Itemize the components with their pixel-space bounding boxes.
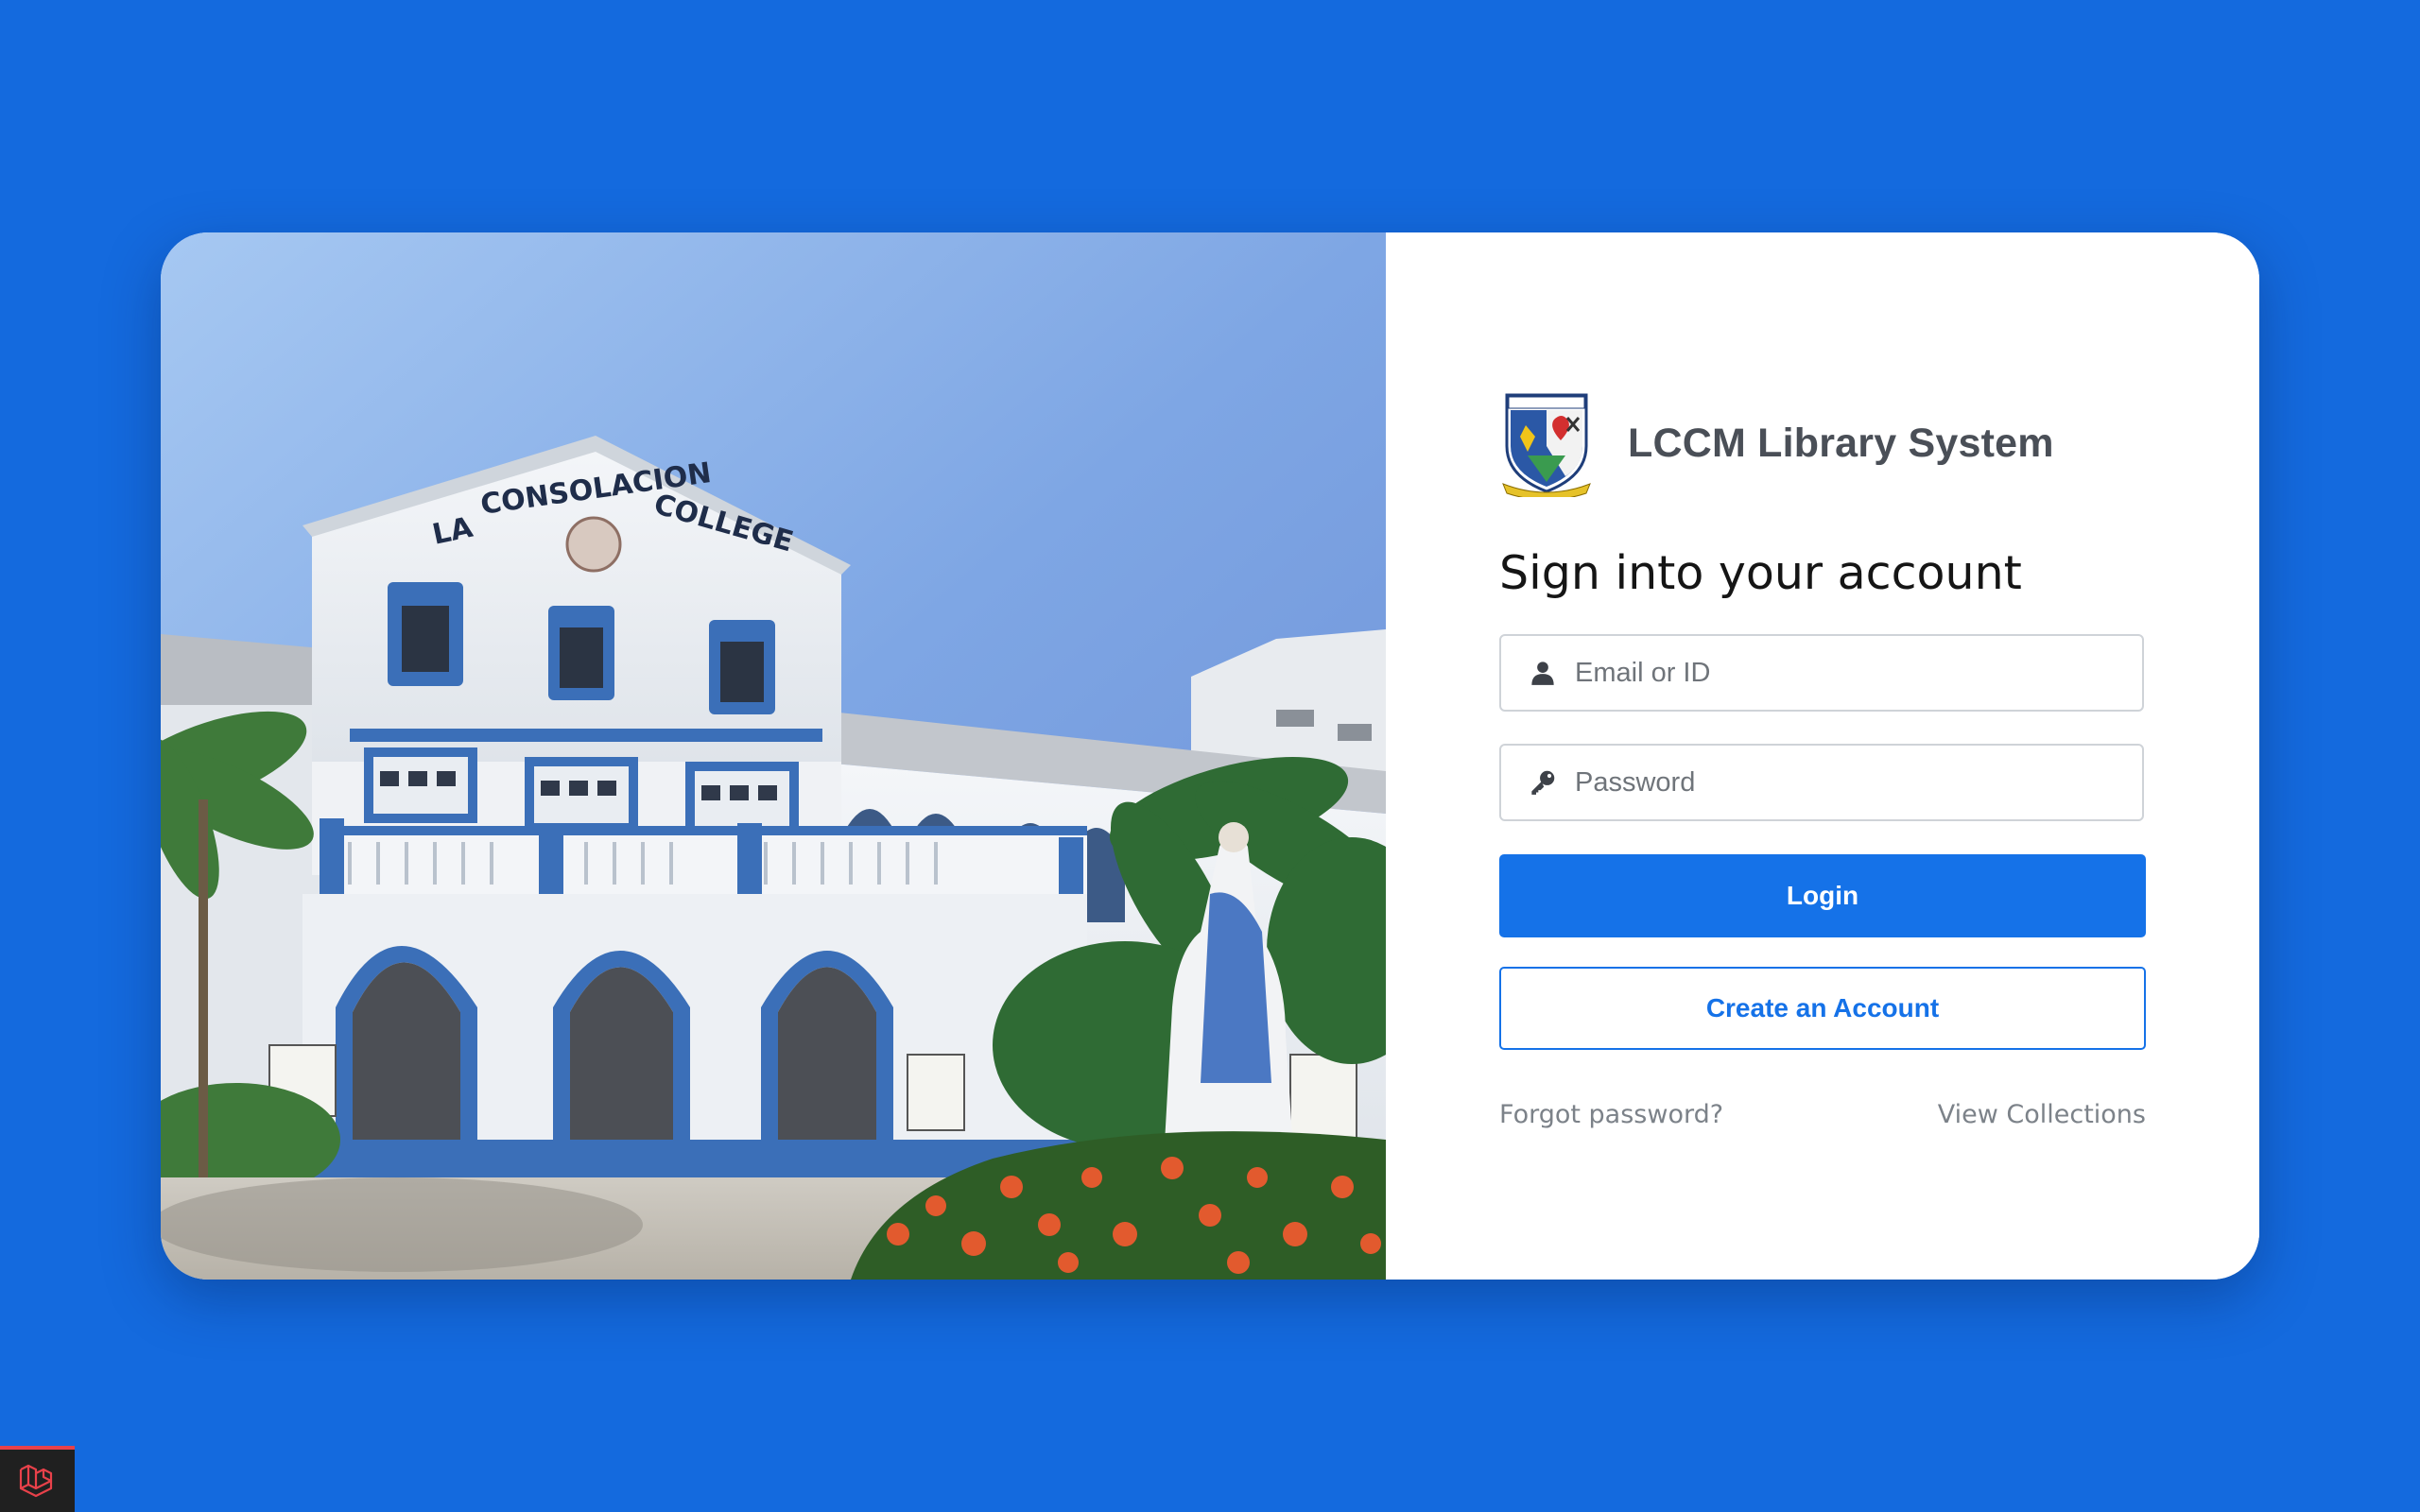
brand-header: LCCM Library System xyxy=(1499,389,2054,497)
email-field[interactable] xyxy=(1499,634,2144,712)
login-card: LA CONSOLACION COLLEGE LCCM Library Syst… xyxy=(161,232,2259,1280)
page-title: Sign into your account xyxy=(1499,546,2022,600)
login-button[interactable]: Login xyxy=(1499,854,2146,937)
password-input[interactable] xyxy=(1575,766,2123,799)
campus-photo: LA CONSOLACION COLLEGE xyxy=(161,232,1386,1280)
key-icon xyxy=(1531,770,1555,795)
college-crest-logo xyxy=(1502,393,1591,497)
laravel-icon xyxy=(19,1464,52,1498)
login-form-panel: LCCM Library System Sign into your accou… xyxy=(1386,232,2259,1280)
view-collections-link[interactable]: View Collections xyxy=(1938,1100,2146,1129)
app-title: LCCM Library System xyxy=(1628,420,2054,466)
forgot-password-link[interactable]: Forgot password? xyxy=(1499,1100,1723,1129)
laravel-debug-badge[interactable] xyxy=(0,1446,75,1512)
create-account-button[interactable]: Create an Account xyxy=(1499,967,2146,1050)
email-input[interactable] xyxy=(1575,657,2123,689)
user-icon xyxy=(1531,662,1554,685)
password-field[interactable] xyxy=(1499,744,2144,821)
